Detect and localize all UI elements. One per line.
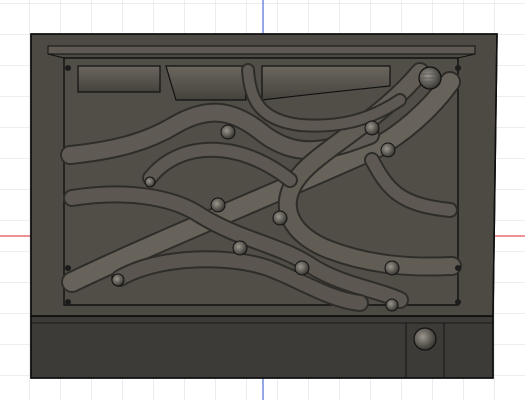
front-hole [413, 327, 437, 351]
viewport-canvas[interactable] [0, 0, 525, 400]
cad-model[interactable] [30, 33, 498, 379]
3d-viewport[interactable] [0, 0, 525, 400]
